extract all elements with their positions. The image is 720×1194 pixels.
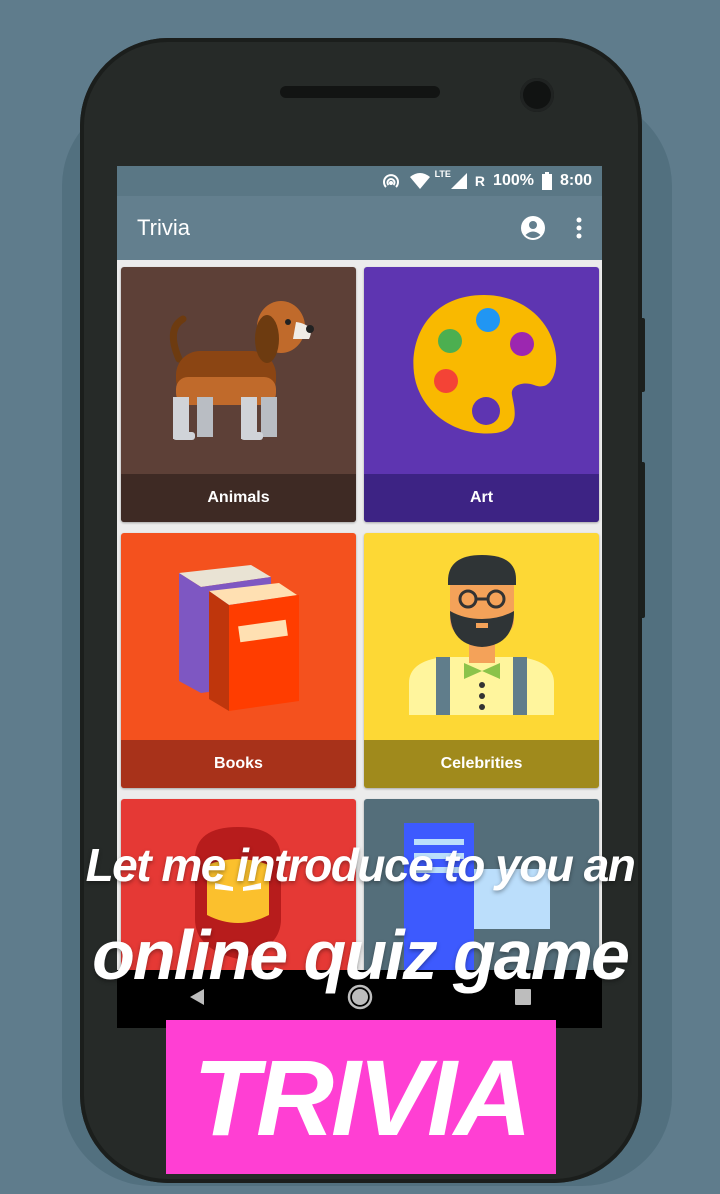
battery-icon (541, 172, 552, 190)
category-label: Books (121, 740, 356, 788)
caption-headline: online quiz game (92, 916, 630, 994)
network-type: LTE (434, 169, 451, 179)
badge-text: TRIVIA (192, 1036, 532, 1158)
roaming-indicator: R (474, 173, 486, 189)
status-bar: LTE R 100% 8:00 (117, 166, 602, 196)
category-tile-animals[interactable]: Animals (121, 267, 356, 522)
category-label: Celebrities (364, 740, 599, 788)
more-vert-icon[interactable] (576, 217, 582, 239)
battery-percent: 100% (493, 172, 534, 189)
category-label: Animals (121, 474, 356, 522)
clock: 8:00 (559, 172, 592, 189)
category-tile-art[interactable]: Art (364, 267, 599, 522)
earpiece-speaker (280, 86, 440, 98)
palette-icon (364, 267, 599, 474)
app-bar: Trivia (117, 196, 602, 260)
wifi-icon (409, 172, 431, 190)
hotspot-icon (381, 171, 401, 191)
account-circle-icon[interactable] (520, 215, 546, 241)
title-badge: TRIVIA (166, 1020, 556, 1174)
app-title: Trivia (137, 215, 190, 240)
person-icon (364, 533, 599, 740)
power-button (640, 318, 645, 392)
phone-screen: LTE R 100% 8:00 Trivia Animals Art Books… (117, 166, 602, 1028)
signal-icon: LTE (435, 169, 467, 189)
caption-intro: Let me introduce to you an (85, 839, 636, 891)
dog-icon (121, 267, 356, 474)
category-tile-books[interactable]: Books (121, 533, 356, 788)
volume-button (640, 462, 645, 618)
front-camera (520, 78, 554, 112)
category-label: Art (364, 474, 599, 522)
category-tile-celebrities[interactable]: Celebrities (364, 533, 599, 788)
books-icon (121, 533, 356, 740)
